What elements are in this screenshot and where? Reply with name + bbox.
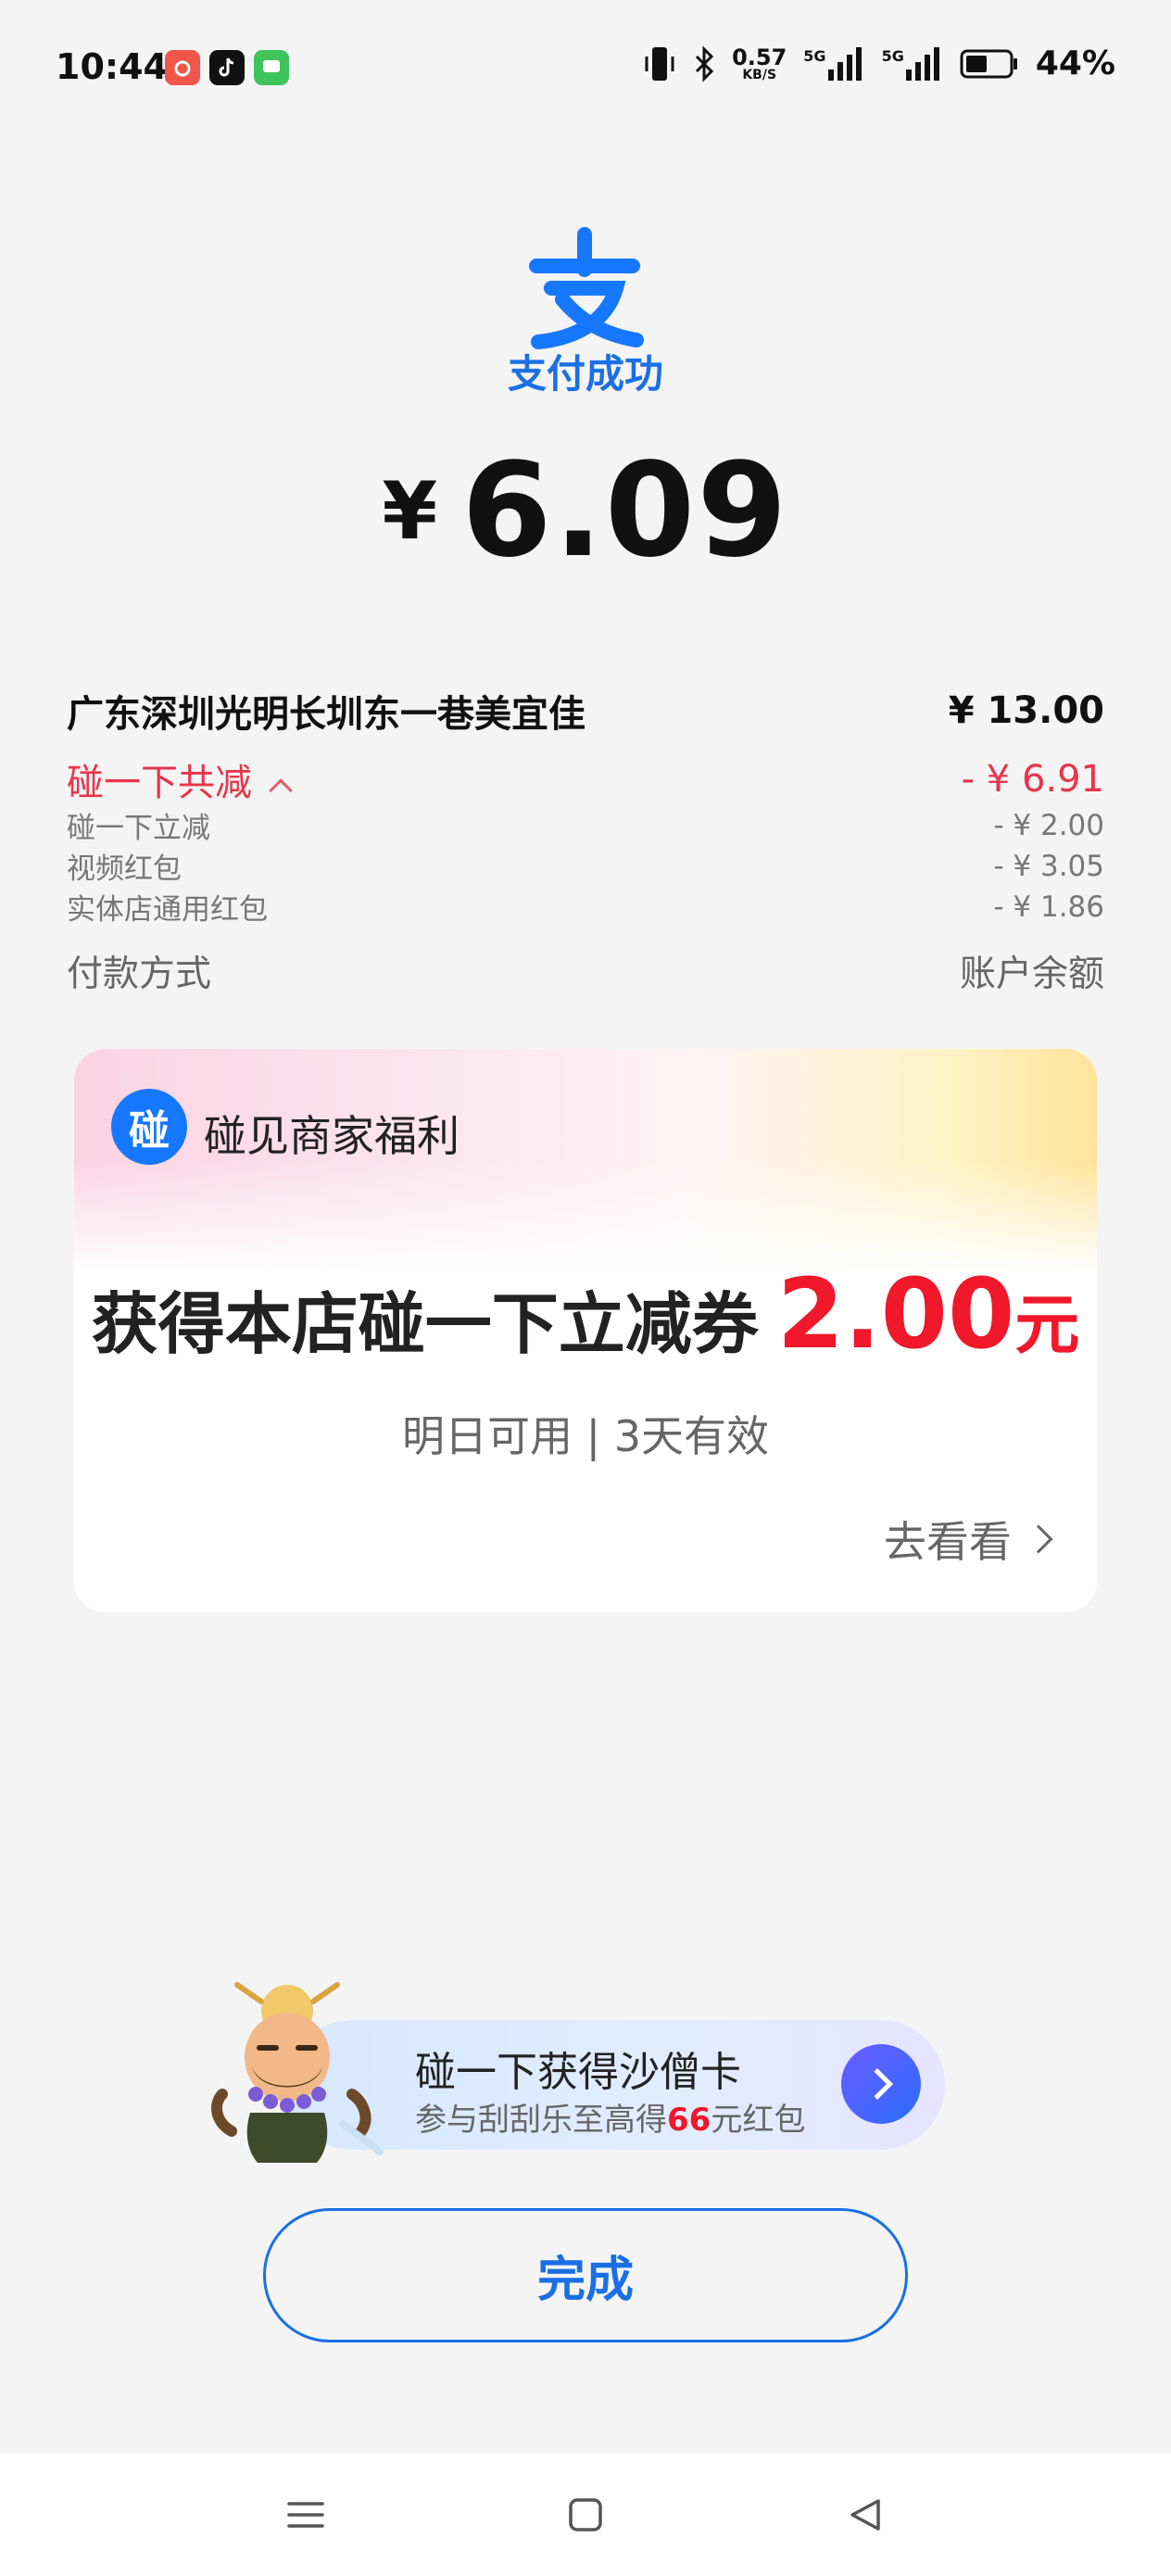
discount-item-label: 视频红包 [67,852,182,886]
merchant-coupon-card[interactable]: 碰 碰见商家福利 获得本店碰一下立减券 2.00元 明日可用 | 3天有效 去看看 [74,1049,1097,1612]
battery-icon [960,49,1017,78]
coupon-value: 2.00 [776,1257,1015,1370]
payment-method-label: 付款方式 [67,953,212,995]
system-icons: 0.57 KB/S 5G 5G 44% [643,44,1115,82]
done-button[interactable]: 完成 [263,2208,908,2342]
discount-summary-row[interactable]: 碰一下共减 - ¥ 6.91 [67,752,1104,806]
signal-bars-icon [827,46,862,81]
chevron-up-icon [269,778,293,802]
payment-method-value: 账户余额 [959,953,1104,995]
signal-1-label: 5G [803,46,826,65]
battery-percentage: 44% [1035,44,1115,82]
card-title: 碰见商家福利 [204,1111,460,1161]
promo-subtitle-suffix: 元红包 [711,2102,806,2139]
home-square-icon [569,2498,602,2532]
network-speed-unit: KB/S [742,67,777,82]
coupon-validity: 明日可用 | 3天有效 [401,1411,769,1461]
discount-item-value: - ¥ 2.00 [993,808,1104,842]
promo-title: 碰一下获得沙僧卡 [415,2049,741,2096]
merchant-name: 广东深圳光明长圳东一巷美宜佳 [67,693,586,736]
discount-item: 视频红包 - ¥ 3.05 [67,845,1104,887]
chevron-right-icon [1024,1524,1053,1554]
arrow-right-icon [862,2068,893,2100]
payment-status: 支付成功 [507,351,663,397]
coupon-text: 获得本店碰一下立减券 [91,1285,759,1363]
status-bar: 10:44 0.57 KB/S 5G 5G 44% [0,37,1171,102]
discount-summary-text: 碰一下共减 [67,762,252,804]
status-time: 10:44 [56,46,168,87]
payment-success-screen: 10:44 0.57 KB/S 5G 5G 44% 支付成功 ¥ 6.09 广东… [0,0,1171,2576]
nav-menu-button[interactable] [213,2454,398,2576]
app-notification-icon [165,50,200,85]
original-amount: ¥ 13.00 [948,689,1104,732]
nav-back-button[interactable] [773,2454,958,2576]
signal-2: 5G [881,46,943,81]
promo-highlight: 66 [667,2102,711,2139]
network-speed-value: 0.57 [732,44,787,70]
tiktok-icon [209,50,245,85]
paid-amount: ¥6.09 [0,436,1171,587]
vibrate-icon [645,46,674,81]
discount-item-label: 实体店通用红包 [67,893,268,927]
currency-symbol: ¥ [382,465,438,558]
discount-item-value: - ¥ 1.86 [993,890,1104,924]
back-triangle-icon [850,2499,880,2531]
discount-item: 碰一下立减 - ¥ 2.00 [67,804,1104,846]
coupon-line: 获得本店碰一下立减券 2.00元 [74,1257,1097,1370]
view-coupon-link[interactable]: 去看看 [884,1509,1053,1570]
discount-summary-value: - ¥ 6.91 [961,758,1104,801]
discount-item-value: - ¥ 3.05 [993,849,1104,883]
view-coupon-label: 去看看 [884,1517,1012,1567]
notification-icons [165,50,289,85]
alipay-logo-icon [529,227,644,349]
message-icon [254,50,289,85]
discount-summary-label[interactable]: 碰一下共减 [67,752,293,806]
amount-value: 6.09 [461,436,789,587]
discount-item: 实体店通用红包 - ¥ 1.86 [67,886,1104,928]
promo-go-button[interactable] [841,2044,921,2124]
coupon-unit: 元 [1014,1287,1080,1363]
system-nav-bar [0,2454,1171,2576]
menu-icon [287,2502,324,2528]
bluetooth-icon [696,44,714,82]
signal-bars-icon [905,46,939,81]
nav-home-button[interactable] [493,2454,678,2576]
promo-subtitle-prefix: 参与刮刮乐至高得 [415,2102,667,2139]
merchant-row: 广东深圳光明长圳东一巷美宜佳 ¥ 13.00 [67,684,1104,738]
signal-2-label: 5G [881,46,904,65]
discount-item-label: 碰一下立减 [67,812,210,845]
network-speed: 0.57 KB/S [732,46,787,82]
promo-subtitle: 参与刮刮乐至高得66元红包 [415,2094,805,2140]
payment-method-row: 付款方式 账户余额 [67,945,1104,997]
peng-logo-icon: 碰 [111,1089,187,1165]
sha-seng-mascot-icon [211,1982,384,2163]
signal-1: 5G [803,46,864,81]
